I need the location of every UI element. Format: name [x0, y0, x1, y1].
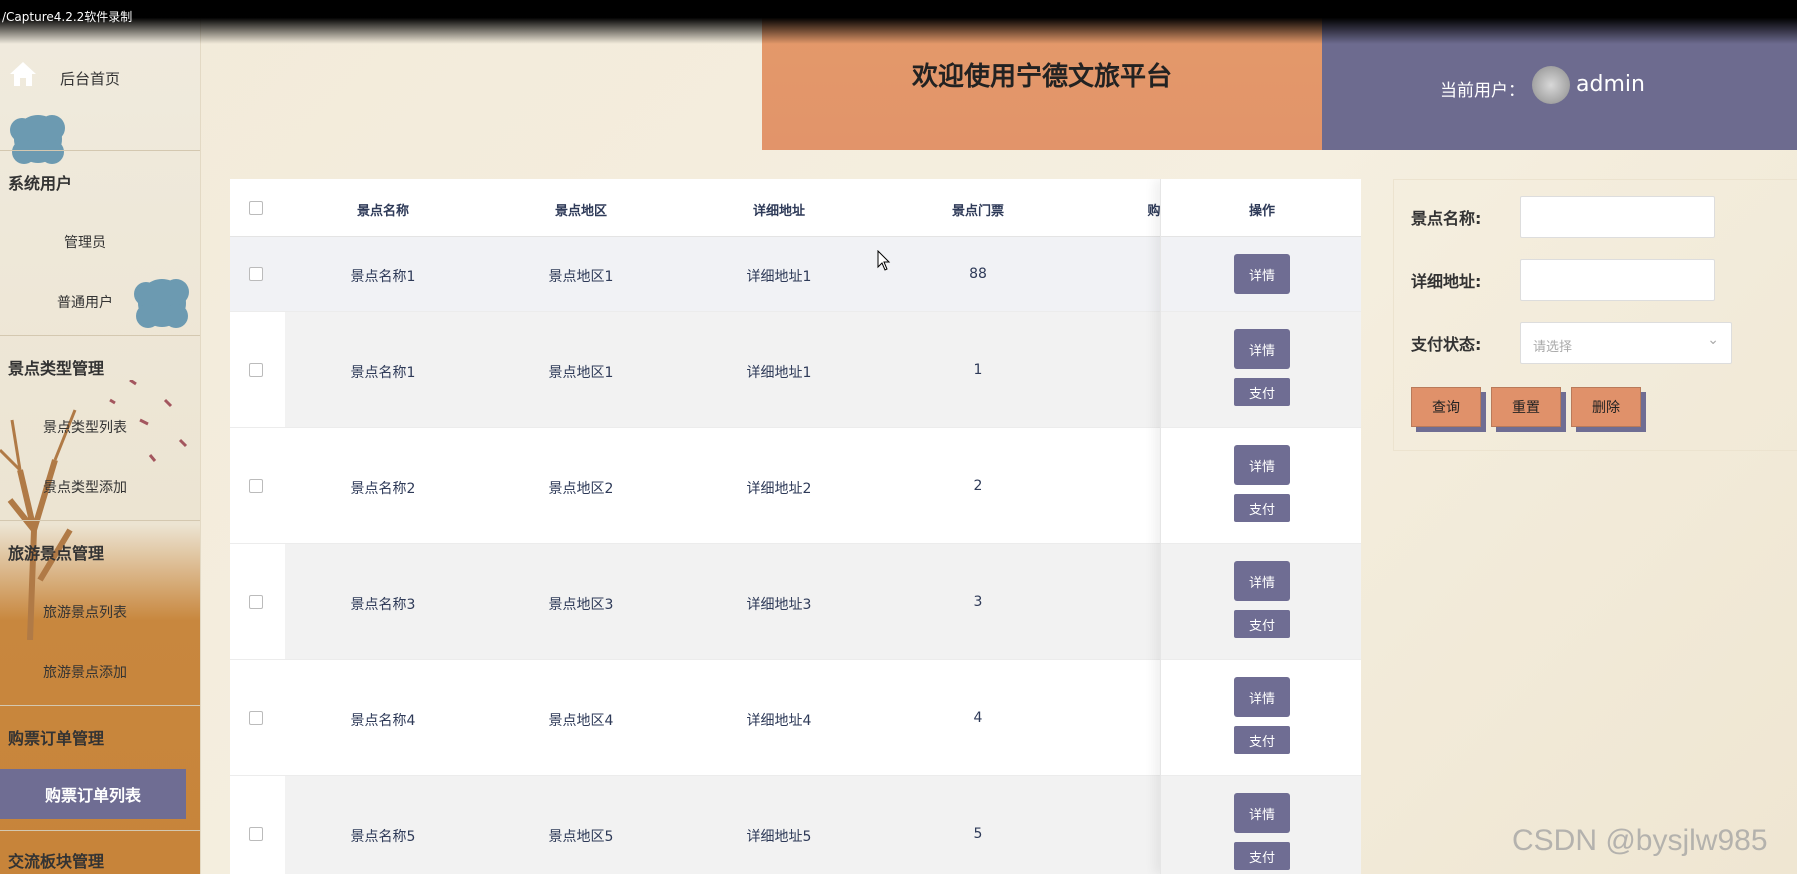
sidebar-group-system-users[interactable]: 系统用户: [8, 170, 72, 194]
sidebar-divider: [0, 705, 200, 706]
select-placeholder: 请选择: [1533, 340, 1573, 355]
cell-address: 详细地址3: [746, 597, 812, 613]
pay-button[interactable]: 支付: [1234, 842, 1290, 870]
column-header-purchase: 购: [1147, 204, 1161, 219]
table-row: 景点名称3 景点地区3 详细地址3 3 详情 支付: [230, 544, 1361, 660]
detail-button[interactable]: 详情: [1234, 329, 1290, 369]
spot-name-input[interactable]: [1520, 196, 1715, 238]
cell-ticket: 3: [973, 594, 983, 610]
orders-table: 景点名称 景点地区 详细地址 景点门票 购 操作 景点名称1 景点地区1 详细地…: [230, 179, 1361, 874]
column-header-name: 景点名称: [356, 204, 409, 219]
sidebar-group-spot-types[interactable]: 景点类型管理: [8, 355, 104, 379]
avatar[interactable]: [1532, 66, 1570, 104]
status-label: 支付状态:: [1411, 335, 1482, 354]
search-panel: 景点名称: 详细地址: 支付状态: 请选择 ⌄ 查询 重置 删除: [1393, 179, 1797, 451]
detail-button[interactable]: 详情: [1234, 677, 1290, 717]
column-header-actions: 操作: [1248, 204, 1275, 219]
cell-name: 景点名称1: [350, 365, 416, 381]
cell-region: 景点地区1: [548, 269, 614, 285]
header-user-panel: 当前用户： admin: [1322, 0, 1797, 150]
pay-button[interactable]: 支付: [1234, 494, 1290, 522]
column-header-region: 景点地区: [554, 204, 607, 219]
table-row: 景点名称1 景点地区1 详细地址1 88 详情: [230, 237, 1361, 312]
cell-name: 景点名称2: [350, 481, 416, 497]
pay-button[interactable]: 支付: [1234, 610, 1290, 638]
address-label: 详细地址:: [1411, 272, 1482, 291]
cell-region: 景点地区1: [548, 365, 614, 381]
table-header: 景点名称 景点地区 详细地址 景点门票 购 操作: [230, 179, 1361, 237]
sidebar-group-tourist-spots[interactable]: 旅游景点管理: [8, 540, 104, 564]
sidebar-item-ticket-order-list[interactable]: 购票订单列表: [0, 769, 186, 819]
chevron-down-icon: ⌄: [1707, 332, 1719, 348]
sidebar-item-spot-type-add[interactable]: 景点类型添加: [0, 477, 170, 497]
username: admin: [1576, 72, 1645, 97]
sidebar-item-home[interactable]: 后台首页: [0, 52, 200, 102]
name-label: 景点名称:: [1411, 209, 1482, 228]
sidebar-item-label: 后台首页: [60, 70, 121, 88]
row-checkbox[interactable]: [249, 479, 263, 493]
cell-ticket: 2: [973, 478, 983, 494]
cell-name: 景点名称5: [350, 829, 416, 845]
sidebar-item-admins[interactable]: 管理员: [0, 232, 170, 252]
column-header-ticket: 景点门票: [951, 204, 1004, 219]
pay-button[interactable]: 支付: [1234, 726, 1290, 754]
cell-name: 景点名称4: [350, 713, 416, 729]
cloud-decoration: [10, 115, 65, 164]
row-checkbox[interactable]: [249, 711, 263, 725]
sidebar-divider: [0, 830, 200, 831]
table-row: 景点名称2 景点地区2 详细地址2 2 详情 支付: [230, 428, 1361, 544]
cell-address: 详细地址4: [746, 713, 812, 729]
sidebar-item-spot-list[interactable]: 旅游景点列表: [0, 602, 170, 622]
sidebar-group-ticket-orders[interactable]: 购票订单管理: [8, 725, 104, 749]
select-all-checkbox[interactable]: [249, 201, 263, 215]
cell-address: 详细地址5: [746, 829, 812, 845]
cell-region: 景点地区3: [548, 597, 614, 613]
sidebar-item-normal-users[interactable]: 普通用户: [0, 292, 170, 312]
cell-ticket: 4: [973, 710, 983, 726]
table-row: 景点名称1 景点地区1 详细地址1 1 详情 支付: [230, 312, 1361, 428]
page-title: 欢迎使用宁德文旅平台: [911, 62, 1172, 92]
table-row: 景点名称4 景点地区4 详细地址4 4 详情 支付: [230, 660, 1361, 776]
header-title-panel: 欢迎使用宁德文旅平台: [762, 0, 1322, 150]
detail-button[interactable]: 详情: [1234, 561, 1290, 601]
cell-region: 景点地区4: [548, 713, 614, 729]
sidebar-divider: [0, 335, 200, 336]
cell-address: 详细地址1: [746, 365, 812, 381]
cell-address: 详细地址2: [746, 481, 812, 497]
cell-ticket: 5: [973, 826, 983, 842]
sidebar: 后台首页 系统用户 管理员 普通用户 景点类型管理 景点类型列表 景点类型添加 …: [0, 0, 201, 874]
detail-button[interactable]: 详情: [1234, 254, 1290, 294]
delete-button[interactable]: 删除: [1571, 387, 1641, 427]
mouse-cursor-icon: [877, 250, 891, 271]
row-checkbox[interactable]: [249, 267, 263, 281]
cell-name: 景点名称1: [350, 269, 416, 285]
detail-button[interactable]: 详情: [1234, 445, 1290, 485]
column-header-address: 详细地址: [752, 204, 805, 219]
sidebar-item-spot-type-list[interactable]: 景点类型列表: [0, 417, 170, 437]
cell-address: 详细地址1: [746, 269, 812, 285]
table-row: 景点名称5 景点地区5 详细地址5 5 详情 支付: [230, 776, 1361, 874]
reset-button[interactable]: 重置: [1491, 387, 1561, 427]
sidebar-item-spot-add[interactable]: 旅游景点添加: [0, 662, 170, 682]
cell-region: 景点地区5: [548, 829, 614, 845]
detail-button[interactable]: 详情: [1234, 793, 1290, 833]
query-button[interactable]: 查询: [1411, 387, 1481, 427]
current-user-label: 当前用户：: [1440, 81, 1525, 101]
cell-name: 景点名称3: [350, 597, 416, 613]
cell-ticket: 88: [969, 266, 987, 282]
address-input[interactable]: [1520, 259, 1715, 301]
cell-region: 景点地区2: [548, 481, 614, 497]
sidebar-divider: [0, 150, 200, 151]
sidebar-group-forum[interactable]: 交流板块管理: [8, 848, 104, 872]
watermark: CSDN @bysjlw985: [1512, 824, 1768, 857]
cell-ticket: 1: [973, 362, 983, 378]
row-checkbox[interactable]: [249, 595, 263, 609]
payment-status-select[interactable]: 请选择 ⌄: [1520, 322, 1732, 364]
home-icon: [10, 62, 36, 86]
row-checkbox[interactable]: [249, 827, 263, 841]
row-checkbox[interactable]: [249, 363, 263, 377]
sidebar-divider: [0, 520, 200, 521]
pay-button[interactable]: 支付: [1234, 378, 1290, 406]
